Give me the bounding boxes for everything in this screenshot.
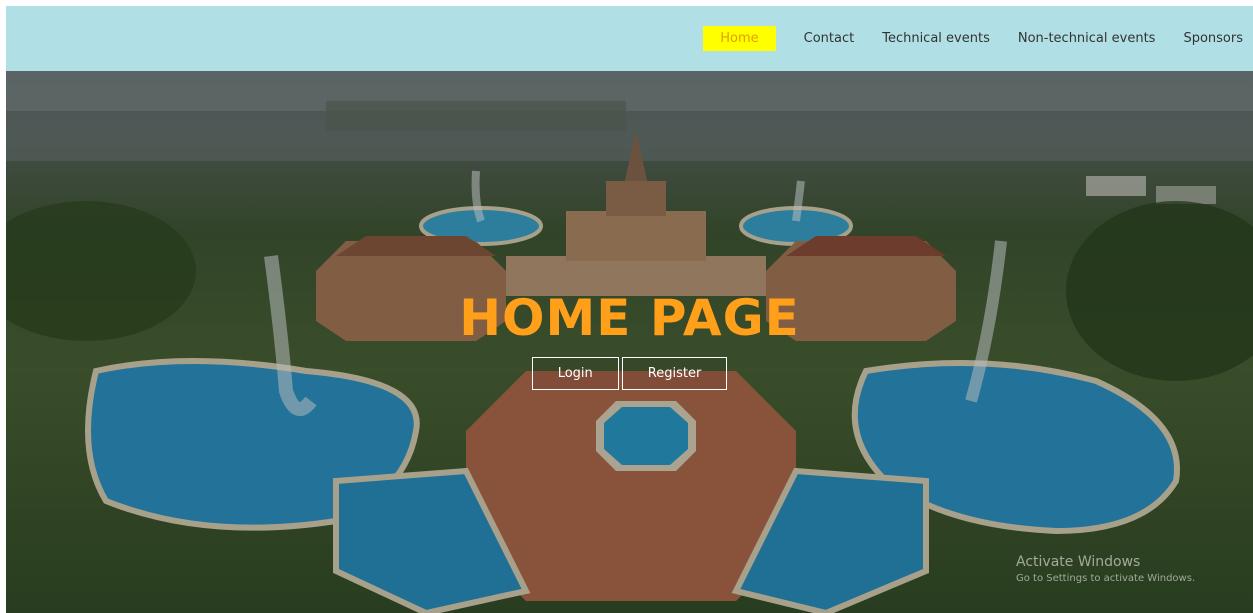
page-title: HOME PAGE: [459, 289, 800, 347]
nav-sponsors[interactable]: Sponsors: [1183, 26, 1243, 51]
login-button[interactable]: Login: [531, 357, 619, 390]
hero-section: HOME PAGE Login Register Activate Window…: [6, 71, 1253, 613]
watermark-title: Activate Windows: [1016, 554, 1141, 570]
navbar: Home Contact Technical events Non-techni…: [6, 6, 1253, 71]
register-button[interactable]: Register: [621, 357, 728, 390]
auth-buttons: Login Register: [6, 357, 1253, 390]
nav-home[interactable]: Home: [703, 26, 776, 51]
page-frame: Home Contact Technical events Non-techni…: [6, 6, 1253, 613]
nav-technical-events[interactable]: Technical events: [882, 26, 990, 51]
nav-contact[interactable]: Contact: [804, 26, 855, 51]
activation-watermark: Activate Windows Go to Settings to activ…: [1016, 554, 1195, 584]
nav-non-technical-events[interactable]: Non-technical events: [1018, 26, 1156, 51]
watermark-subtitle: Go to Settings to activate Windows.: [1016, 573, 1196, 584]
